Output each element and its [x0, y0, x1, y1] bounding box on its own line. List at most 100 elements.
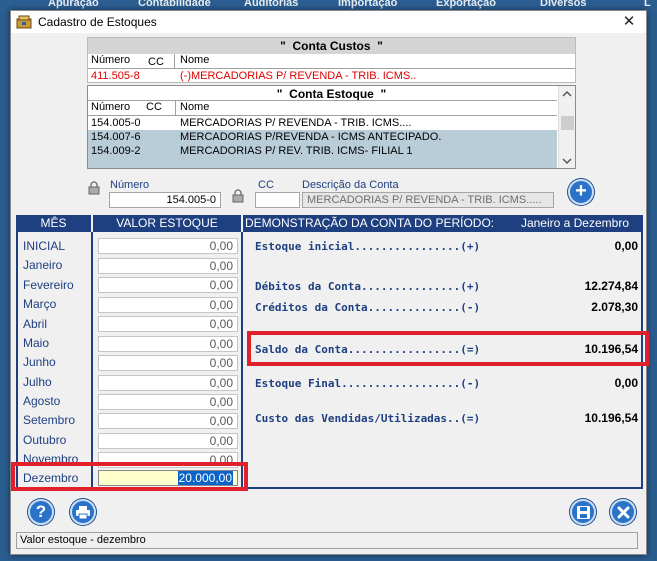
numero-label: Número — [110, 179, 150, 191]
descricao-field: MERCADORIAS P/ REVENDA - TRIB. ICMS..... — [302, 192, 554, 208]
close-icon: ✕ — [622, 13, 636, 30]
conta-custos-title: " Conta Custos " — [88, 38, 575, 54]
title-bar: Cadastro de Estoques ✕ — [11, 11, 646, 33]
conta-estoque-scrollbar[interactable] — [558, 86, 575, 168]
conta-estoque-nome-0: MERCADORIAS P/ REVENDA - TRIB. ICMS.... — [180, 117, 412, 129]
menu-l[interactable]: L — [644, 0, 651, 9]
cadastro-estoques-window: Cadastro de Estoques ✕ " Conta Custos " … — [10, 10, 649, 555]
conta-estoque-row-2[interactable]: 154.009-2 MERCADORIAS P/ REV. TRIB. ICMS… — [88, 144, 557, 158]
plus-icon: + — [575, 180, 587, 202]
scroll-thumb[interactable] — [561, 116, 574, 130]
creditos-label: Créditos da Conta..............(-) — [255, 301, 481, 314]
menu-exportacao[interactable]: Exportação — [436, 0, 496, 9]
value-agosto[interactable]: 0,00 — [98, 394, 238, 410]
help-button[interactable]: ? — [28, 499, 54, 525]
conta-estoque-nome-1: MERCADORIAS P/REVENDA - ICMS ANTECIPADO. — [180, 131, 442, 143]
month-julho: Julho — [23, 375, 52, 389]
estoque-inicial-value: 0,00 — [614, 239, 638, 253]
lock-icon-cc — [231, 189, 245, 206]
demonstracao-header: DEMONSTRAÇÃO DA CONTA DO PERÍODO: Janeir… — [243, 215, 643, 232]
conta-custos-col-cc: CC — [148, 56, 164, 68]
menu-contabilidade[interactable]: Contabilidade — [138, 0, 211, 9]
value-setembro[interactable]: 0,00 — [98, 413, 238, 429]
scroll-up-icon[interactable] — [562, 89, 572, 101]
mes-column-header: MÊS — [16, 215, 91, 232]
app-icon — [16, 14, 32, 29]
month-abril: Abril — [23, 317, 48, 331]
question-icon: ? — [35, 502, 47, 521]
month-outubro: Outubro — [23, 433, 67, 447]
estoque-final-label: Estoque Final..................(-) — [255, 377, 481, 390]
conta-estoque-row-filler — [88, 158, 557, 168]
estoque-final-value: 0,00 — [614, 376, 638, 390]
menu-apuracao[interactable]: Apuração — [48, 0, 99, 9]
month-marco: Março — [23, 297, 57, 311]
print-button[interactable] — [70, 499, 96, 525]
conta-custos-col-nome: Nome — [180, 54, 210, 66]
conta-estoque-numero-2: 154.009-2 — [91, 145, 141, 157]
value-inicial[interactable]: 0,00 — [98, 238, 238, 254]
highlight-dezembro — [11, 462, 248, 491]
value-outubro[interactable]: 0,00 — [98, 433, 238, 449]
window-title: Cadastro de Estoques — [38, 15, 157, 29]
conta-estoque-col-numero: Número — [91, 101, 131, 113]
demonstracao-title: DEMONSTRAÇÃO DA CONTA DO PERÍODO: — [245, 216, 495, 230]
value-junho[interactable]: 0,00 — [98, 355, 238, 371]
conta-estoque-col-cc: CC — [146, 101, 162, 113]
highlight-saldo — [247, 331, 649, 366]
close-x-icon — [617, 506, 630, 522]
conta-estoque-numero-0: 154.005-0 — [91, 117, 141, 129]
descricao-label: Descrição da Conta — [302, 179, 399, 191]
custo-value: 10.196,54 — [584, 411, 638, 425]
conta-estoque-grid[interactable]: " Conta Estoque " Número CC Nome 154.005… — [87, 85, 576, 169]
menu-importacao[interactable]: Importação — [338, 0, 397, 9]
conta-custos-row[interactable]: 411.505-8 (-)MERCADORIAS P/ REVENDA - TR… — [88, 69, 575, 83]
conta-custos-nome: (-)MERCADORIAS P/ REVENDA - TRIB. ICMS.. — [180, 70, 417, 82]
creditos-value: 2.078,30 — [591, 300, 638, 314]
cc-field[interactable] — [255, 192, 300, 208]
conta-estoque-row-1[interactable]: 154.007-6 MERCADORIAS P/REVENDA - ICMS A… — [88, 130, 557, 144]
menu-auditorias[interactable]: Auditorias — [244, 0, 298, 9]
menu-diversos[interactable]: Diversos — [540, 0, 586, 9]
month-janeiro: Janeiro — [23, 258, 63, 272]
close-window-button[interactable]: ✕ — [612, 11, 646, 33]
status-bar: Valor estoque - dezembro — [16, 532, 638, 549]
value-janeiro[interactable]: 0,00 — [98, 258, 238, 274]
month-agosto: Agosto — [23, 394, 61, 408]
save-button[interactable] — [570, 499, 596, 525]
numero-field[interactable]: 154.005-0 — [109, 192, 221, 208]
conta-custos-grid[interactable]: " Conta Custos " Número CC Nome 411.505-… — [87, 37, 576, 83]
periodo-label: Janeiro a Dezembro — [520, 216, 629, 230]
add-button[interactable]: + — [568, 179, 594, 205]
floppy-disk-icon — [577, 506, 590, 522]
conta-estoque-nome-2: MERCADORIAS P/ REV. TRIB. ICMS- FILIAL 1 — [180, 145, 413, 157]
custo-label: Custo das Vendidas/Utilizadas..(=) — [255, 412, 481, 425]
conta-custos-numero: 411.505-8 — [91, 70, 140, 82]
value-julho[interactable]: 0,00 — [98, 375, 238, 391]
printer-icon — [76, 506, 90, 522]
value-marco[interactable]: 0,00 — [98, 297, 238, 313]
value-maio[interactable]: 0,00 — [98, 336, 238, 352]
conta-custos-col-numero: Número — [91, 54, 131, 66]
cc-label: CC — [258, 179, 274, 191]
month-junho: Junho — [23, 355, 56, 369]
conta-estoque-col-nome: Nome — [180, 101, 210, 113]
left-border — [16, 232, 18, 489]
exit-button[interactable] — [610, 499, 636, 525]
value-abril[interactable]: 0,00 — [98, 316, 238, 332]
estoque-inicial-label: Estoque inicial................(+) — [255, 240, 481, 253]
lock-icon-numero — [87, 181, 101, 198]
conta-estoque-row-0[interactable]: 154.005-0 MERCADORIAS P/ REVENDA - TRIB.… — [88, 116, 557, 130]
value-fevereiro[interactable]: 0,00 — [98, 277, 238, 293]
month-inicial: INICIAL — [23, 239, 66, 253]
month-maio: Maio — [23, 336, 50, 350]
month-fevereiro: Fevereiro — [23, 278, 74, 292]
month-setembro: Setembro — [23, 413, 76, 427]
debitos-label: Débitos da Conta...............(+) — [255, 280, 481, 293]
conta-estoque-numero-1: 154.007-6 — [91, 131, 141, 143]
mes-column-border — [91, 232, 93, 489]
scroll-down-icon[interactable] — [562, 156, 572, 168]
debitos-value: 12.274,84 — [584, 279, 638, 293]
valor-estoque-column-header: VALOR ESTOQUE — [93, 215, 241, 232]
valor-column-border — [241, 232, 243, 489]
